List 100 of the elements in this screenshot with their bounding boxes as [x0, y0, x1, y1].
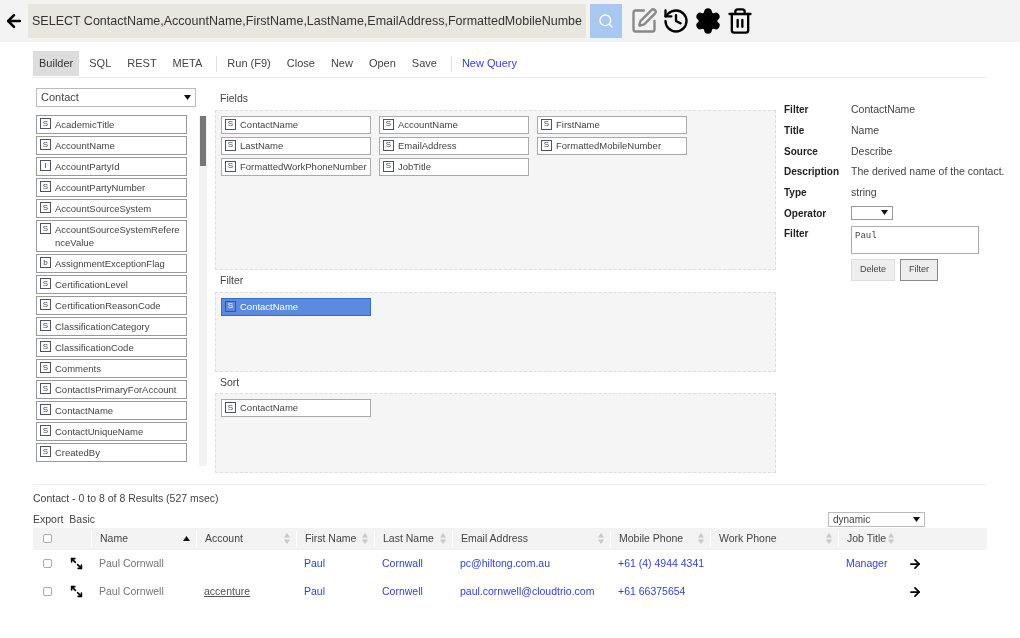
sort-icon[interactable] — [362, 533, 368, 545]
expand-icon[interactable] — [69, 585, 83, 599]
search-button[interactable] — [590, 4, 622, 38]
attribute-item[interactable]: S ClassificationCategory — [36, 317, 187, 336]
detail-value: Name — [851, 122, 879, 138]
attribute-item[interactable]: S ContactName — [36, 401, 187, 420]
caret-icon — [184, 95, 191, 100]
column-header[interactable]: Mobile Phone — [619, 530, 684, 547]
table-cell[interactable]: pc@hiltong.com.au — [460, 556, 551, 569]
detail-value: ContactName — [851, 102, 916, 117]
detail-value: Describe — [851, 143, 893, 159]
field-chip[interactable]: S ContactName — [221, 115, 371, 134]
detail-value: The derived name of the contact. — [851, 164, 1005, 180]
attribute-item[interactable]: S CertificationLevel — [36, 275, 187, 294]
toolbar-tab[interactable]: REST — [121, 51, 163, 76]
toolbar-tab[interactable]: SQL — [83, 51, 118, 76]
table-cell[interactable]: Paul — [304, 556, 325, 569]
type-icon: S — [383, 139, 394, 151]
action-button[interactable]: Delete — [851, 258, 895, 281]
detail-label: Type — [784, 186, 808, 200]
field-chip[interactable]: S FormattedMobileNumber — [537, 136, 687, 155]
table-cell[interactable]: +61 66375654 — [618, 584, 686, 597]
column-header[interactable]: First Name — [305, 530, 357, 547]
toolbar-tab[interactable]: META — [166, 51, 209, 76]
table-cell[interactable]: accenture — [204, 584, 251, 597]
field-chip[interactable]: S LastName — [221, 136, 371, 155]
checkbox[interactable] — [42, 587, 52, 597]
action-button[interactable]: Filter — [900, 258, 938, 281]
toolbar-tab[interactable]: Builder — [33, 51, 80, 76]
attribute-item[interactable]: b AssignmentExceptionFlag — [36, 254, 187, 273]
sort-icon[interactable] — [440, 533, 446, 545]
results-link[interactable]: Basic — [69, 511, 96, 528]
toolbar-tab[interactable]: Close — [280, 51, 321, 76]
table-cell[interactable]: Manager — [846, 556, 888, 569]
table-cell[interactable]: Cornwell — [382, 584, 423, 597]
attribute-item[interactable]: S ClassificationCode — [36, 338, 187, 357]
settings-icon[interactable] — [694, 7, 722, 35]
attribute-item[interactable]: S Comments — [36, 359, 187, 378]
field-chip[interactable]: S FirstName — [537, 115, 687, 134]
trash-icon[interactable] — [726, 7, 754, 35]
table-cell[interactable]: paul.cornwell@cloudtrio.com — [460, 584, 595, 597]
view-select[interactable]: dynamic — [828, 512, 925, 528]
column-header[interactable]: Name — [100, 530, 128, 547]
field-chip[interactable]: S AccountName — [379, 115, 529, 134]
attribute-item[interactable]: I AccountPartyId — [36, 157, 187, 176]
sort-ascending-icon[interactable] — [183, 536, 190, 542]
sort-icon[interactable] — [598, 533, 604, 545]
column-header[interactable]: Account — [205, 530, 243, 547]
type-icon: S — [40, 223, 51, 234]
attribute-item[interactable]: S ContactUniqueName — [36, 422, 187, 441]
column-header[interactable]: Work Phone — [719, 530, 777, 547]
filter-textarea[interactable]: Paul — [851, 225, 979, 254]
type-icon: S — [40, 320, 51, 331]
type-icon: b — [40, 257, 51, 268]
arrow-right-icon[interactable] — [908, 556, 922, 571]
detail-label: Filter — [784, 103, 810, 117]
results-link[interactable]: Export — [33, 511, 64, 528]
field-chip[interactable]: S JobTitle — [379, 157, 529, 176]
arrow-right-icon[interactable] — [908, 584, 922, 599]
history-icon[interactable] — [662, 7, 690, 35]
expand-icon[interactable] — [69, 557, 83, 571]
attribute-item[interactable]: S CreatedBy — [36, 443, 187, 462]
type-icon: S — [40, 181, 51, 192]
attribute-item[interactable]: S ContactIsPrimaryForAccount — [36, 380, 187, 399]
query-field[interactable]: SELECT ContactName,AccountName,FirstName,LastName,EmailAddress,FormattedMobileNumbe — [28, 4, 586, 38]
type-icon: S — [40, 341, 51, 352]
sort-icon[interactable] — [698, 533, 704, 545]
sort-icon[interactable] — [284, 533, 290, 545]
attribute-item[interactable]: S AccountName — [36, 136, 187, 155]
caret-icon — [913, 517, 920, 523]
attribute-item[interactable]: S AccountPartyNumber — [36, 178, 187, 197]
toolbar-tab[interactable]: Run (F9) — [221, 51, 277, 76]
field-chip[interactable]: S ContactName — [221, 399, 371, 418]
column-header[interactable]: Email Address — [461, 530, 529, 547]
type-icon: S — [225, 118, 236, 130]
column-header[interactable]: Job Title — [847, 530, 887, 547]
toolbar-tab[interactable]: Save — [405, 51, 443, 76]
checkbox[interactable] — [42, 534, 52, 544]
toolbar-tab[interactable]: New — [324, 51, 359, 76]
detail-label: Source — [784, 144, 819, 159]
field-chip[interactable]: S FormattedWorkPhoneNumber — [221, 157, 371, 176]
attribute-item[interactable]: S AcademicTitle — [36, 115, 187, 134]
toolbar-tab[interactable]: Open — [362, 51, 402, 76]
attribute-item[interactable]: S AccountSourceSystemReferenceValue — [36, 220, 187, 252]
back-icon[interactable] — [4, 11, 24, 31]
checkbox[interactable] — [42, 559, 52, 569]
sort-icon[interactable] — [888, 533, 894, 545]
table-cell[interactable]: Cornwall — [382, 556, 423, 569]
sort-icon[interactable] — [826, 533, 832, 545]
field-chip[interactable]: S EmailAddress — [379, 136, 529, 155]
operator-select[interactable] — [851, 205, 893, 220]
type-icon: S — [40, 299, 51, 310]
object-select[interactable]: Contact — [36, 88, 196, 107]
table-cell[interactable]: +61 (4) 4944 4341 — [618, 556, 705, 569]
attribute-item[interactable]: S CertificationReasonCode — [36, 296, 187, 315]
attribute-item[interactable]: S AccountSourceSystem — [36, 199, 187, 218]
scrollbar-thumb[interactable] — [200, 116, 206, 166]
toolbar-link[interactable]: New Query — [455, 51, 523, 76]
column-header[interactable]: Last Name — [383, 530, 434, 547]
table-cell[interactable]: Paul — [304, 584, 325, 597]
